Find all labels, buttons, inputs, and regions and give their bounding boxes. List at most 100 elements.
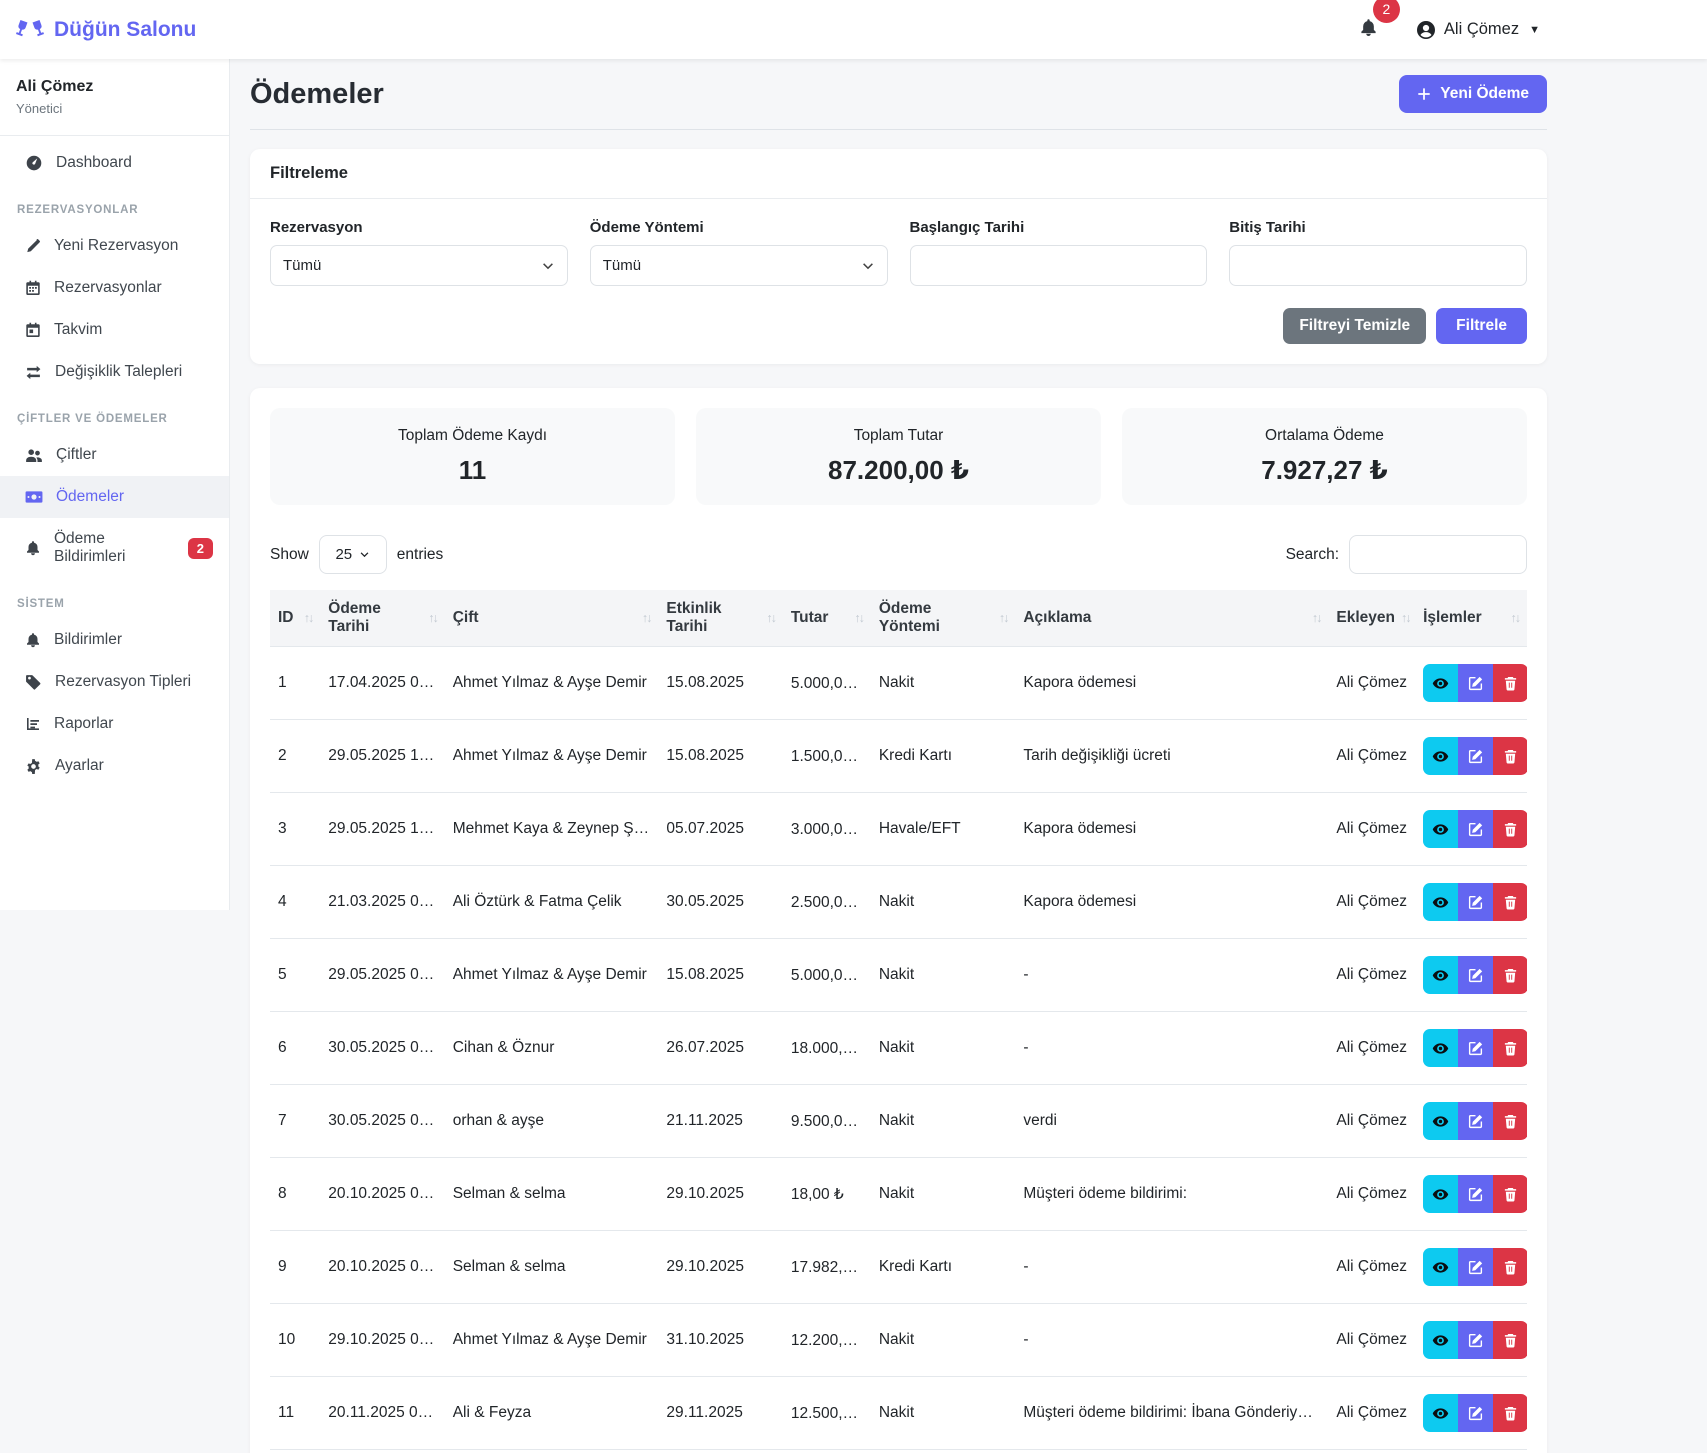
edit-button[interactable] xyxy=(1458,1321,1493,1359)
cell-amount: 17.982,00 ₺ xyxy=(783,1231,871,1304)
edit-button[interactable] xyxy=(1458,1175,1493,1213)
payment-method-select[interactable]: Tümü xyxy=(590,245,888,286)
delete-button[interactable] xyxy=(1493,664,1527,702)
new-payment-button[interactable]: Yeni Ödeme xyxy=(1399,75,1547,113)
delete-button[interactable] xyxy=(1493,810,1527,848)
sidebar-item-label: Yeni Rezervasyon xyxy=(54,237,178,255)
reservation-select[interactable]: Tümü xyxy=(270,245,568,286)
view-button[interactable] xyxy=(1423,1029,1458,1067)
delete-button[interactable] xyxy=(1493,1248,1527,1286)
column-header-tutar[interactable]: Tutar↑↓ xyxy=(783,590,871,647)
sidebar-badge: 2 xyxy=(188,538,213,559)
column-header-odeme-tarihi[interactable]: Ödeme Tarihi↑↓ xyxy=(320,590,444,647)
edit-button[interactable] xyxy=(1458,1394,1493,1432)
cell-id: 9 xyxy=(270,1231,320,1304)
delete-button[interactable] xyxy=(1493,956,1527,994)
view-button[interactable] xyxy=(1423,664,1458,702)
sidebar-item-ayarlar[interactable]: Ayarlar xyxy=(0,745,229,787)
notifications-button[interactable]: 2 xyxy=(1359,18,1378,42)
cell-amount: 12.500,00 ₺ xyxy=(783,1377,871,1450)
cell-event-date: 15.08.2025 xyxy=(658,939,782,1012)
delete-button[interactable] xyxy=(1493,1175,1527,1213)
column-label: Ödeme Yöntemi xyxy=(879,600,993,636)
edit-button[interactable] xyxy=(1458,1248,1493,1286)
chevron-down-icon xyxy=(359,549,370,560)
edit-button[interactable] xyxy=(1458,883,1493,921)
delete-button[interactable] xyxy=(1493,883,1527,921)
trash-icon xyxy=(1503,749,1518,764)
cell-id: 2 xyxy=(270,720,320,793)
cell-added-by: Ali Çömez xyxy=(1328,720,1415,793)
column-header-id[interactable]: ID↑↓ xyxy=(270,590,320,647)
cell-method: Nakit xyxy=(871,1377,1016,1450)
user-name: Ali Çömez xyxy=(1444,20,1519,39)
sidebar-item-rezervasyon-tipleri[interactable]: Rezervasyon Tipleri xyxy=(0,661,229,703)
view-button[interactable] xyxy=(1423,810,1458,848)
view-button[interactable] xyxy=(1423,1321,1458,1359)
start-date-input[interactable] xyxy=(910,245,1208,286)
delete-button[interactable] xyxy=(1493,737,1527,775)
sidebar-item-odeme-bildirimleri[interactable]: Ödeme Bildirimleri 2 xyxy=(0,518,229,578)
cell-id: 1 xyxy=(270,647,320,720)
eye-icon xyxy=(1432,675,1449,692)
cell-amount: 1.500,00 ₺ xyxy=(783,720,871,793)
trash-icon xyxy=(1503,1260,1518,1275)
sidebar-item-ciftler[interactable]: Çiftler xyxy=(0,434,229,476)
cell-id: 4 xyxy=(270,866,320,939)
delete-button[interactable] xyxy=(1493,1029,1527,1067)
edit-button[interactable] xyxy=(1458,737,1493,775)
view-button[interactable] xyxy=(1423,1248,1458,1286)
sidebar-item-label: Takvim xyxy=(54,321,102,339)
apply-filter-button[interactable]: Filtrele xyxy=(1436,308,1527,344)
sidebar-user-block: Ali Çömez Yönetici xyxy=(0,59,229,136)
sidebar-item-degisiklik-talepleri[interactable]: Değişiklik Talepleri xyxy=(0,351,229,393)
view-button[interactable] xyxy=(1423,956,1458,994)
chevron-down-icon xyxy=(861,259,875,273)
user-menu[interactable]: Ali Çömez ▼ xyxy=(1416,20,1540,40)
eye-icon xyxy=(1432,1040,1449,1057)
sidebar-item-rezervasyonlar[interactable]: Rezervasyonlar xyxy=(0,267,229,309)
column-header-aciklama[interactable]: Açıklama↑↓ xyxy=(1015,590,1328,647)
table-row: 730.05.2025 00:00orhan & ayşe21.11.20259… xyxy=(270,1085,1527,1158)
cell-method: Nakit xyxy=(871,1158,1016,1231)
delete-button[interactable] xyxy=(1493,1394,1527,1432)
edit-button[interactable] xyxy=(1458,810,1493,848)
edit-button[interactable] xyxy=(1458,1029,1493,1067)
start-date-label: Başlangıç Tarihi xyxy=(910,219,1208,236)
sidebar-item-takvim[interactable]: Takvim xyxy=(0,309,229,351)
column-header-etkinlik-tarihi[interactable]: Etkinlik Tarihi↑↓ xyxy=(658,590,782,647)
end-date-input[interactable] xyxy=(1229,245,1527,286)
sort-icon: ↑↓ xyxy=(1312,611,1321,625)
brand[interactable]: Düğün Salonu xyxy=(16,18,196,42)
sidebar-user-name: Ali Çömez xyxy=(16,78,213,96)
view-button[interactable] xyxy=(1423,737,1458,775)
sidebar-item-raporlar[interactable]: Raporlar xyxy=(0,703,229,745)
column-header-islemler[interactable]: İşlemler↑↓ xyxy=(1415,590,1527,647)
payments-table: ID↑↓Ödeme Tarihi↑↓Çift↑↓Etkinlik Tarihi↑… xyxy=(270,590,1527,1450)
view-button[interactable] xyxy=(1423,1394,1458,1432)
sidebar-item-label: Ödeme Bildirimleri xyxy=(54,530,167,566)
sidebar-item-bildirimler[interactable]: Bildirimler xyxy=(0,619,229,661)
delete-button[interactable] xyxy=(1493,1102,1527,1140)
page-size-select[interactable]: 25 xyxy=(319,535,387,574)
view-button[interactable] xyxy=(1423,883,1458,921)
edit-button[interactable] xyxy=(1458,956,1493,994)
clear-filter-button[interactable]: Filtreyi Temizle xyxy=(1283,308,1426,344)
column-header-cift[interactable]: Çift↑↓ xyxy=(445,590,659,647)
payment-method-filter-label: Ödeme Yöntemi xyxy=(590,219,888,236)
search-input[interactable] xyxy=(1349,535,1527,574)
edit-button[interactable] xyxy=(1458,664,1493,702)
edit-button[interactable] xyxy=(1458,1102,1493,1140)
sidebar-item-odemeler[interactable]: Ödemeler xyxy=(0,476,229,518)
sidebar-item-yeni-rezervasyon[interactable]: Yeni Rezervasyon xyxy=(0,225,229,267)
cell-added-by: Ali Çömez xyxy=(1328,1231,1415,1304)
pen-square-icon xyxy=(1468,1114,1483,1129)
column-header-odeme-yontemi[interactable]: Ödeme Yöntemi↑↓ xyxy=(871,590,1016,647)
column-header-ekleyen[interactable]: Ekleyen↑↓ xyxy=(1328,590,1415,647)
view-button[interactable] xyxy=(1423,1175,1458,1213)
table-row: 329.05.2025 12:50Mehmet Kaya & Zeynep Şa… xyxy=(270,793,1527,866)
delete-button[interactable] xyxy=(1493,1321,1527,1359)
sidebar-item-dashboard[interactable]: Dashboard xyxy=(0,142,229,184)
view-button[interactable] xyxy=(1423,1102,1458,1140)
cell-added-by: Ali Çömez xyxy=(1328,647,1415,720)
